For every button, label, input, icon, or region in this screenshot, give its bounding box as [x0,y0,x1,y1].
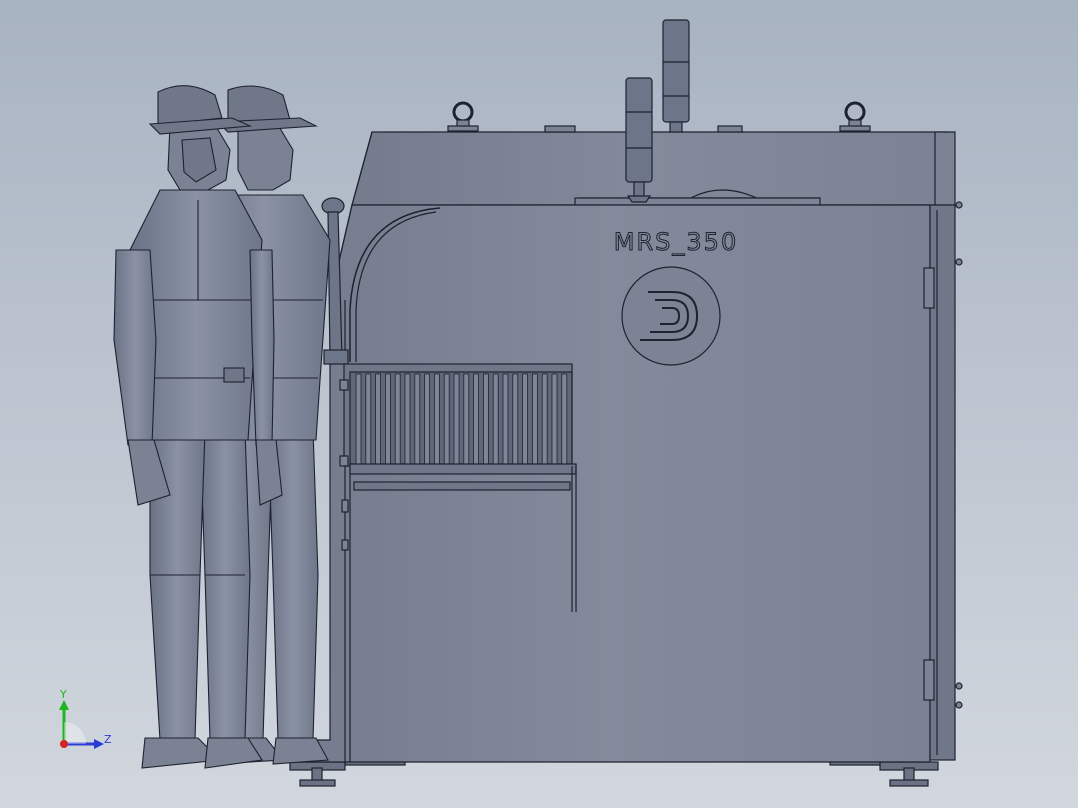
grate-bar [365,373,372,465]
machine-assembly[interactable]: MRS_350 [289,19,963,787]
grate-bar [375,373,382,465]
side-door[interactable] [923,201,963,761]
machine-feet [289,759,939,787]
triad-z-label: Z [104,733,112,746]
grate-bar [404,373,411,465]
top-housing [351,125,956,206]
triad-y-label: Y [60,688,67,701]
grate-bar [424,373,431,465]
grate-bar [473,373,480,465]
grate-bar [414,373,421,465]
lifting-eye-right [839,101,871,132]
grate-bar [433,373,440,465]
model-label: MRS_350 [614,228,738,256]
lifting-eye-left [447,101,479,132]
grate-bar [394,373,401,465]
grate-bar [453,373,460,465]
signal-tower-tall [662,19,690,133]
grate-bar [492,373,499,465]
logo-emblem-icon [621,266,721,366]
triad-plane-icon [64,722,86,744]
cad-model-scene[interactable]: MRS_350 [0,0,1078,808]
grate-bar [482,373,489,465]
grate-bar [355,373,362,465]
grate-bar [384,373,391,465]
orientation-triad [59,700,104,749]
grate-bar [443,373,450,465]
grate-bar [522,373,528,465]
grate-bar [541,373,548,465]
grate-bar [561,373,568,465]
grate-bar [502,373,509,465]
grate-bar [463,373,470,465]
grate-bar [532,373,538,465]
graphics-viewport[interactable]: MRS_350 Y Z [0,0,1078,808]
grate-bar [551,373,558,465]
grate-bar [512,373,519,465]
